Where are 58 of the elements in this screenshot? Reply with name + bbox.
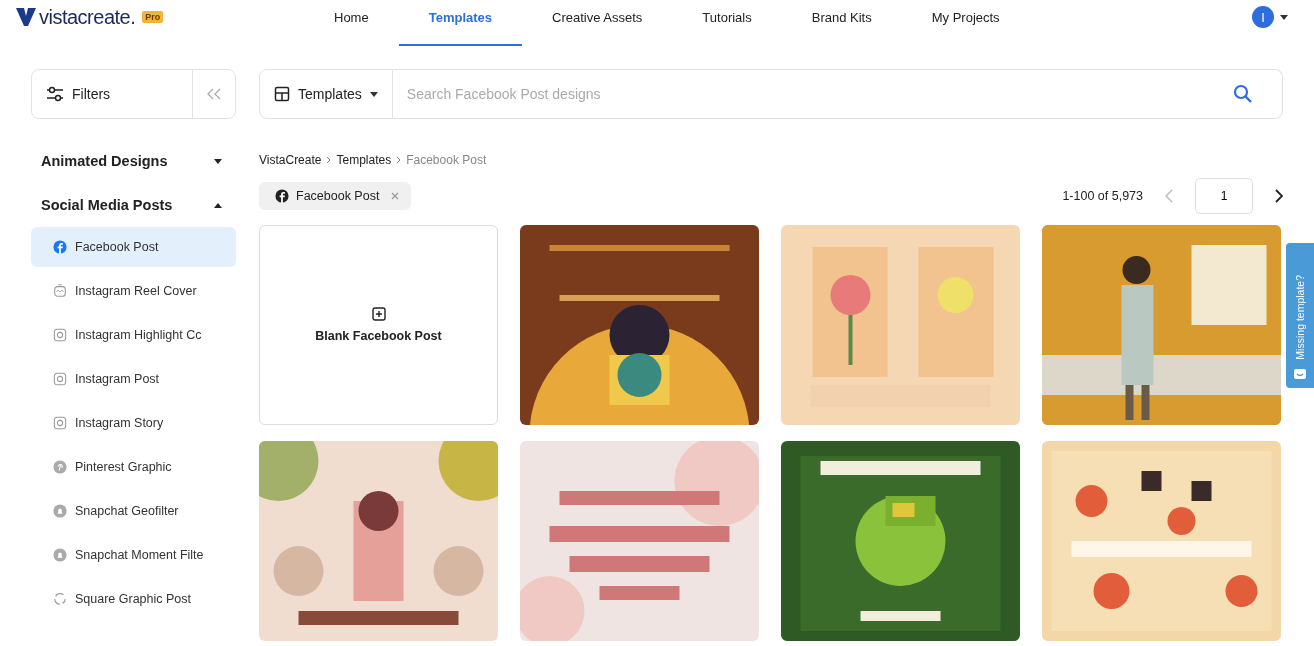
caret-icon[interactable] <box>1280 14 1288 20</box>
ghost-icon <box>53 504 67 518</box>
breadcrumb-link[interactable]: Templates <box>336 153 392 167</box>
sidebar-item[interactable]: Instagram Reel Cover <box>31 271 236 311</box>
sidebar-item[interactable]: Facebook Post <box>31 227 236 267</box>
sidebar-item[interactable]: Square Graphic Post <box>31 579 236 619</box>
chip-label: Facebook Post <box>296 189 380 203</box>
category-header[interactable]: Social Media Posts <box>31 183 236 227</box>
chevron-icon <box>326 156 332 164</box>
ghost-icon <box>53 548 67 562</box>
close-icon[interactable] <box>391 192 400 200</box>
sidebar-item[interactable]: Snapchat Geofilter <box>31 491 236 531</box>
facebook-icon <box>275 189 289 203</box>
filters-button[interactable]: Filters <box>32 70 193 118</box>
category-title: Animated Designs <box>41 153 168 169</box>
breadcrumb-link[interactable]: VistaCreate <box>259 153 322 167</box>
sidebar-item[interactable]: Snapchat Moment Filte <box>31 535 236 575</box>
caret-icon <box>369 91 378 97</box>
result-count: 1-100 of 5,973 <box>1062 189 1143 203</box>
caret-icon <box>214 158 222 164</box>
sidebar-item[interactable]: Instagram Highlight Cc <box>31 315 236 355</box>
search-icon[interactable] <box>1233 84 1253 104</box>
avatar[interactable]: I <box>1252 6 1274 28</box>
chevron-icon <box>396 156 402 164</box>
chat-icon <box>1293 368 1307 380</box>
nav-tab[interactable]: Brand Kits <box>781 0 902 46</box>
page-field[interactable]: 1 <box>1195 178 1253 214</box>
sidebar-item[interactable]: Instagram Post <box>31 359 236 399</box>
category-dropdown[interactable]: Templates <box>259 69 393 119</box>
next-page-icon[interactable] <box>1275 189 1283 203</box>
nav-tab[interactable]: Creative Assets <box>522 0 673 46</box>
nav-tab[interactable]: Home <box>316 0 399 46</box>
facebook-icon <box>53 240 67 254</box>
logo[interactable]: vistacreate. <box>39 5 136 29</box>
plus-icon <box>371 307 386 321</box>
double-chevron-icon <box>207 88 221 100</box>
instagram-icon <box>53 328 67 342</box>
search-field[interactable]: Search Facebook Post designs <box>392 69 1283 119</box>
breadcrumb-link[interactable]: Facebook Post <box>406 153 487 167</box>
nav-tab[interactable]: Tutorials <box>672 0 782 46</box>
nav-tab[interactable]: My Projects <box>901 0 1030 46</box>
category-title: Social Media Posts <box>41 197 173 213</box>
sliders-icon <box>46 86 64 102</box>
instagram-icon <box>53 416 67 430</box>
grid-icon <box>274 86 290 102</box>
blank-template-card[interactable]: Blank Facebook Post <box>259 225 498 425</box>
instagram-icon <box>53 372 67 386</box>
sidebar-item[interactable]: Pinterest Graphic <box>31 447 236 487</box>
circle-arrows-icon <box>53 592 67 606</box>
caret-icon <box>214 202 222 208</box>
pro-badge: Pro <box>142 11 164 23</box>
card-label: Blank Facebook Post <box>315 329 442 343</box>
nav-tab[interactable]: Templates <box>398 0 523 46</box>
sidebar-item[interactable]: Instagram Story <box>31 403 236 443</box>
pinterest-icon <box>53 460 67 474</box>
clock-icon <box>53 284 67 298</box>
logo-icon <box>16 8 36 26</box>
category-header[interactable]: Animated Designs <box>31 139 236 183</box>
